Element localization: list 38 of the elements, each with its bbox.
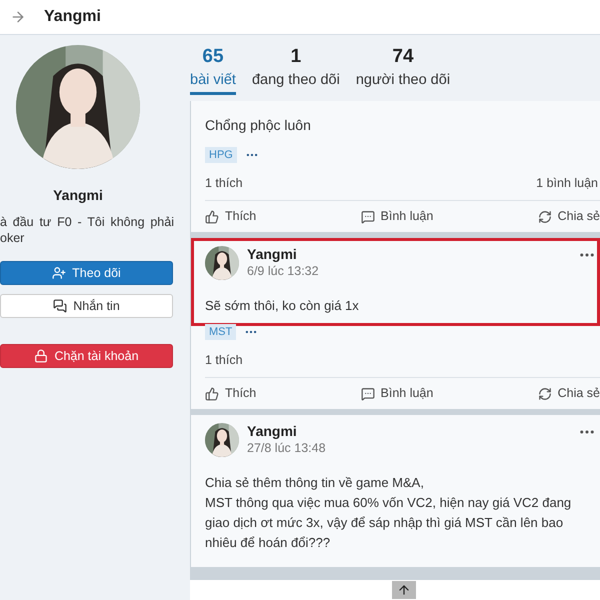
- profile-bio: à đầu tư F0 - Tôi không phải oker: [0, 214, 174, 246]
- lock-icon: [34, 349, 48, 363]
- share-icon: [538, 210, 552, 224]
- post-time: 27/8 lúc 13:48: [247, 440, 327, 457]
- stat-tab[interactable]: 74 người theo dõi: [356, 45, 450, 95]
- author-name[interactable]: Yangmi: [247, 246, 570, 262]
- arrow-up-icon: [397, 583, 411, 597]
- comment-icon: [360, 386, 375, 400]
- chat-icon: [53, 299, 68, 313]
- post-action-button[interactable]: Thích: [205, 207, 256, 226]
- author-name[interactable]: Yangmi: [247, 423, 570, 439]
- post-action-button[interactable]: Bình luận: [360, 207, 434, 226]
- page-title: Yangmi: [44, 7, 101, 27]
- scroll-top-button[interactable]: [392, 581, 416, 599]
- post-action-button[interactable]: Chia sẻ: [538, 384, 600, 403]
- share-icon: [538, 386, 552, 400]
- like-count[interactable]: 1 thích: [205, 351, 243, 370]
- post-action-button[interactable]: Thích: [205, 384, 256, 403]
- follow-button[interactable]: Theo dõi: [0, 261, 173, 285]
- post-action-button[interactable]: Bình luận: [360, 384, 434, 403]
- post-action-button[interactable]: Chia sẻ: [538, 207, 600, 226]
- like-icon: [205, 386, 219, 400]
- post-text: Chổng phộc luôn: [205, 116, 312, 135]
- like-icon: [205, 210, 219, 224]
- stat-tab[interactable]: 1 đang theo dõi: [252, 45, 340, 95]
- like-count[interactable]: 1 thích: [205, 174, 243, 193]
- comment-icon: [360, 210, 375, 224]
- profile-name: Yangmi: [53, 186, 103, 205]
- user-plus-icon: [52, 266, 66, 280]
- block-button[interactable]: Chặn tài khoản: [0, 344, 173, 368]
- comment-count[interactable]: 1 bình luận: [536, 174, 598, 193]
- message-button[interactable]: Nhắn tin: [0, 294, 173, 318]
- post-time: 6/9 lúc 13:32: [247, 263, 320, 280]
- post-text: Chia sẻ thêm thông tin về game M&A,: [205, 474, 425, 492]
- stat-tab[interactable]: 65 bài viết: [190, 45, 236, 95]
- post-text: MST thông qua việc mua 60% vốn VC2, hiện nay giá VC2 đang giao dịch ơt mức 3x, vậy để sáp nhập thì giá MST cần lên bao nhiêu để hoán đổi???: [205, 494, 572, 552]
- arrow-icon[interactable]: [10, 9, 26, 25]
- post-text: Sẽ sớm thôi, ko còn giá 1x: [205, 297, 360, 315]
